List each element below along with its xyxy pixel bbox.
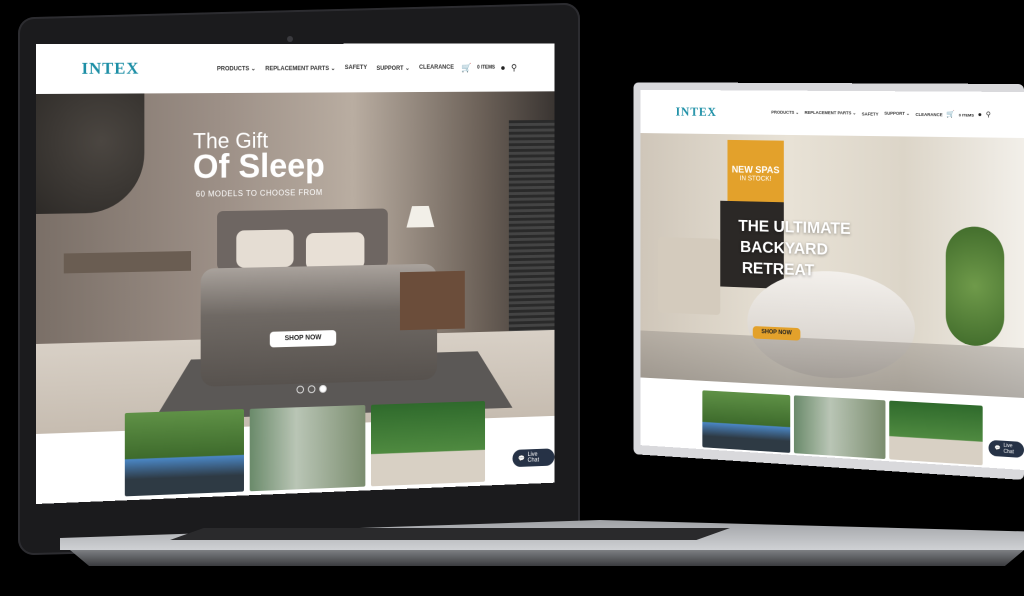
mirror	[36, 93, 144, 214]
cart-icon[interactable]: 🛒	[461, 62, 471, 73]
carousel-dots	[296, 385, 326, 394]
tile-above-ground-pool[interactable]	[702, 390, 790, 453]
new-spas-badge: NEW SPAS IN STOCK!	[727, 140, 783, 202]
tile-spa[interactable]	[889, 401, 983, 466]
lamp	[406, 206, 434, 228]
category-tiles	[125, 401, 485, 496]
hero-title-line3: RETREAT	[742, 259, 814, 281]
account-icon[interactable]: ●	[978, 111, 982, 118]
main-menu: PRODUCTS ⌄ REPLACEMENT PARTS ⌄ SAFETY SU…	[771, 110, 942, 117]
blinds	[509, 120, 555, 341]
cart-count[interactable]: 0 ITEMS	[959, 112, 974, 117]
hero-title-line2: BACKYARD	[740, 238, 828, 260]
menu-replacement-parts[interactable]: REPLACEMENT PARTS ⌄	[804, 110, 856, 116]
menu-safety[interactable]: SAFETY	[862, 111, 879, 116]
hero-title-line2: Of Sleep	[193, 147, 325, 187]
menu-replacement-parts[interactable]: REPLACEMENT PARTS ⌄	[265, 65, 335, 72]
chat-icon: 💬	[518, 455, 525, 462]
tile-inflatable-pool[interactable]	[249, 405, 365, 491]
laptop-hinge	[170, 528, 730, 540]
webcam-icon	[287, 36, 293, 42]
live-chat-button[interactable]: 💬 Live Chat	[513, 448, 555, 467]
scene: INTEX PRODUCTS ⌄ REPLACEMENT PARTS ⌄ SAF…	[0, 0, 1024, 596]
menu-products[interactable]: PRODUCTS ⌄	[771, 110, 799, 116]
menu-clearance[interactable]: CLEARANCE	[915, 112, 942, 117]
menu-support[interactable]: SUPPORT ⌄	[884, 111, 909, 117]
top-navigation: INTEX PRODUCTS ⌄ REPLACEMENT PARTS ⌄ SAF…	[36, 44, 554, 94]
laptop-front-edge	[70, 550, 1024, 566]
search-icon[interactable]: ⚲	[986, 111, 991, 119]
pillow	[236, 230, 293, 268]
shop-now-button[interactable]: SHOP NOW	[753, 326, 801, 341]
menu-clearance[interactable]: CLEARANCE	[419, 65, 454, 71]
intex-logo[interactable]: INTEX	[676, 104, 717, 120]
cart-count[interactable]: 0 ITEMS	[477, 65, 495, 71]
menu-products[interactable]: PRODUCTS ⌄	[217, 65, 256, 72]
shop-now-button[interactable]: SHOP NOW	[270, 330, 336, 347]
badge-line2: IN STOCK!	[727, 175, 783, 183]
carousel-dot[interactable]	[296, 386, 304, 394]
menu-support[interactable]: SUPPORT ⌄	[376, 64, 409, 71]
search-icon[interactable]: ⚲	[511, 62, 517, 73]
tile-spa[interactable]	[371, 401, 485, 486]
desk	[64, 251, 191, 273]
chat-icon: 💬	[994, 445, 1000, 451]
hero-title-line1: THE ULTIMATE	[738, 216, 850, 238]
hero-banner: The Gift Of Sleep 60 MODELS TO CHOOSE FR…	[36, 91, 554, 434]
hero-subtitle: 60 MODELS TO CHOOSE FROM	[196, 188, 323, 199]
tile-above-ground-pool[interactable]	[125, 409, 244, 496]
carousel-dot-active[interactable]	[319, 385, 327, 393]
patio-chair	[658, 237, 720, 315]
plants	[946, 226, 1005, 347]
hero-banner: NEW SPAS IN STOCK! THE ULTIMATE BACKYARD…	[640, 133, 1024, 398]
live-chat-label: Live Chat	[528, 451, 549, 463]
live-chat-label: Live Chat	[1004, 443, 1019, 456]
intex-logo[interactable]: INTEX	[82, 59, 140, 79]
account-icon[interactable]: ●	[501, 63, 506, 73]
header-icons: 🛒 0 ITEMS ● ⚲	[946, 110, 990, 118]
top-navigation: INTEX PRODUCTS ⌄ REPLACEMENT PARTS ⌄ SAF…	[640, 90, 1024, 138]
menu-safety[interactable]: SAFETY	[345, 65, 367, 71]
monitor-screen: INTEX PRODUCTS ⌄ REPLACEMENT PARTS ⌄ SAF…	[640, 90, 1024, 470]
carousel-dot[interactable]	[308, 385, 316, 393]
tile-inflatable-pool[interactable]	[794, 395, 885, 459]
laptop-base	[60, 520, 1024, 580]
badge-line1: NEW SPAS	[727, 165, 783, 177]
header-icons: 🛒 0 ITEMS ● ⚲	[461, 62, 517, 73]
main-menu: PRODUCTS ⌄ REPLACEMENT PARTS ⌄ SAFETY SU…	[217, 64, 454, 72]
laptop-screen: INTEX PRODUCTS ⌄ REPLACEMENT PARTS ⌄ SAF…	[36, 44, 554, 504]
live-chat-button[interactable]: 💬 Live Chat	[989, 440, 1024, 458]
nightstand	[400, 271, 465, 330]
cart-icon[interactable]: 🛒	[946, 110, 954, 118]
